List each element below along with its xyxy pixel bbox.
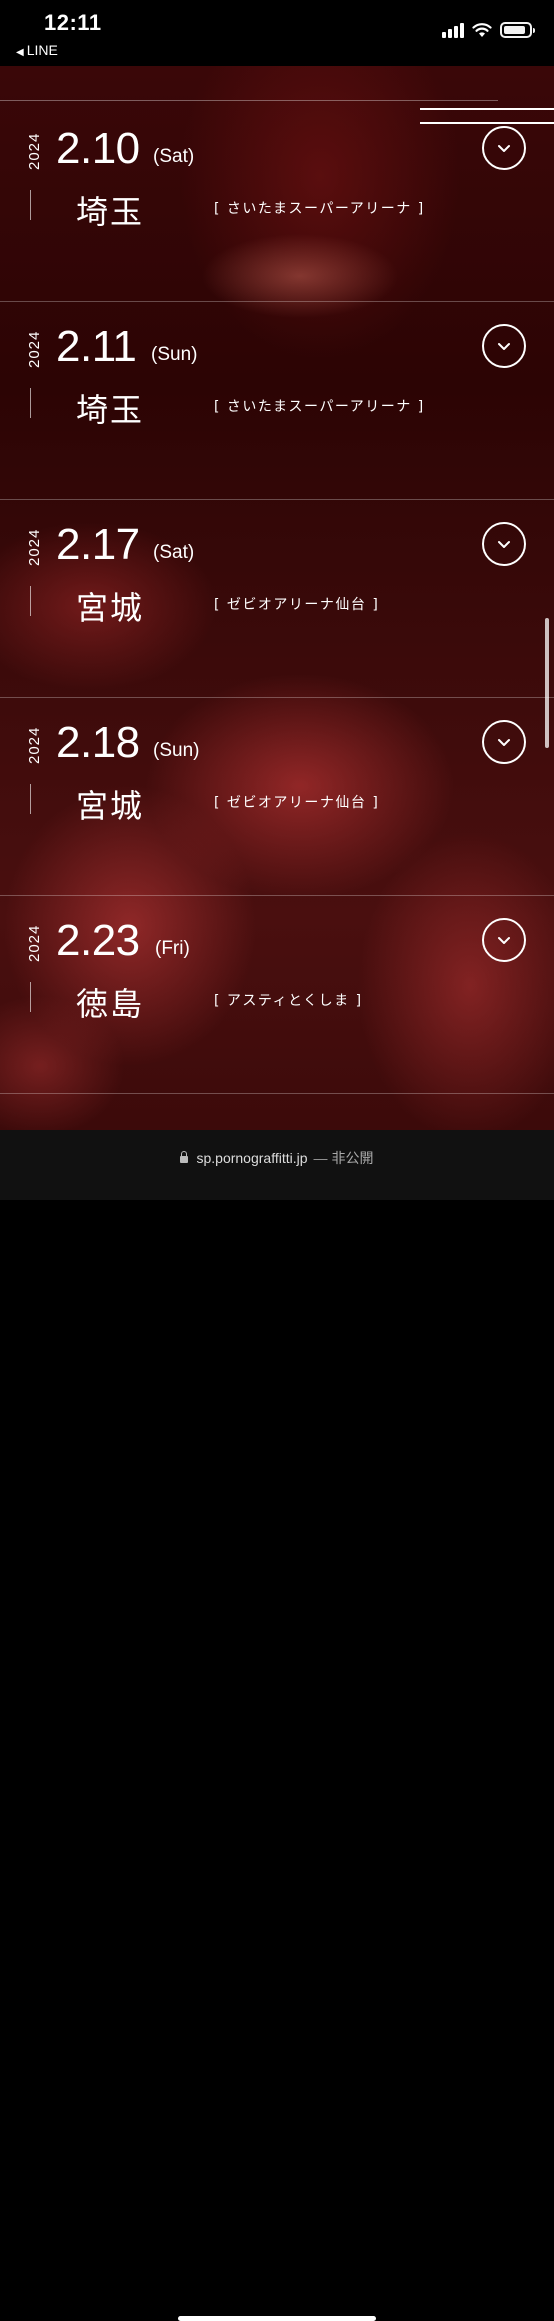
event-day-of-week: (Sat) [153,146,195,167]
expand-button[interactable] [482,720,526,764]
event-city: 宮城 [76,787,145,825]
back-triangle-icon: ◀ [16,47,24,58]
event-date: 2.23 [56,916,140,965]
expand-button[interactable] [482,324,526,368]
event-venue: [ アスティとくしま ] [214,993,363,1009]
privacy-status: 非公開 [331,1150,374,1166]
event-venue: [ さいたまスーパーアリーナ ] [214,201,425,217]
url-display[interactable]: sp.pornograffitti.jp — 非公開 [0,1148,554,1168]
chevron-down-icon [498,937,510,944]
schedule-row[interactable]: 2024 2.18 (Sun) 宮城 [ ゼビオアリーナ仙台 ] [0,698,554,896]
clock: 12:11 [44,10,102,35]
expand-button[interactable] [482,918,526,962]
schedule-row[interactable]: 2024 2.11 (Sun) 埼玉 [ さいたまスーパーアリーナ ] [0,302,554,500]
expand-button[interactable] [482,522,526,566]
back-app-label: LINE [26,42,58,58]
url-text: sp.pornograffitti.jp [196,1150,308,1166]
back-to-app-link[interactable]: ◀ LINE [16,42,58,58]
event-day-of-week: (Sun) [151,344,198,365]
scrollbar[interactable] [545,618,549,748]
row-accent-line [30,388,31,418]
chevron-down-icon [498,145,510,152]
status-icons [442,22,535,38]
event-day-of-week: (Fri) [155,938,190,959]
row-accent-line [30,586,31,616]
battery-icon [500,22,535,38]
row-accent-line [30,982,31,1012]
event-day-of-week: (Sat) [153,542,195,563]
event-city: 埼玉 [76,193,145,231]
event-venue: [ ゼビオアリーナ仙台 ] [214,795,380,811]
chevron-down-icon [498,343,510,350]
event-day-of-week: (Sun) [153,740,200,761]
home-indicator[interactable] [178,2316,376,2321]
schedule-page: 2024 2.10 (Sat) 埼玉 [ さいたまスーパーアリーナ ] 2024 2.11 (… [0,66,554,1130]
event-date: 2.17 [56,520,140,569]
event-city: 埼玉 [76,391,145,429]
event-year: 2024 [26,924,43,962]
wifi-icon [472,23,492,37]
browser-address-bar: sp.pornograffitti.jp — 非公開 [0,1130,554,2321]
event-year: 2024 [26,726,43,764]
lock-icon [180,1151,189,1163]
status-bar: 12:11 ◀ LINE [0,0,554,66]
event-venue: [ さいたまスーパーアリーナ ] [214,399,425,415]
schedule-row[interactable]: 2024 2.23 (Fri) 徳島 [ アスティとくしま ] [0,896,554,1094]
chevron-down-icon [498,739,510,746]
chevron-down-icon [498,541,510,548]
row-accent-line [30,784,31,814]
event-year: 2024 [26,528,43,566]
schedule-row[interactable]: 2024 2.17 (Sat) 宮城 [ ゼビオアリーナ仙台 ] [0,500,554,698]
event-date: 2.18 [56,718,140,767]
event-date: 2.10 [56,124,140,173]
top-divider [0,100,498,101]
event-city: 徳島 [76,985,145,1023]
event-city: 宮城 [76,589,145,627]
expand-button[interactable] [482,126,526,170]
event-year: 2024 [26,330,43,368]
event-date: 2.11 [56,322,137,371]
event-venue: [ ゼビオアリーナ仙台 ] [214,597,380,613]
signal-icon [442,22,464,38]
schedule-row[interactable]: 2024 2.10 (Sat) 埼玉 [ さいたまスーパーアリーナ ] [0,104,554,302]
row-accent-line [30,190,31,220]
event-year: 2024 [26,132,43,170]
url-separator: — [313,1150,328,1166]
